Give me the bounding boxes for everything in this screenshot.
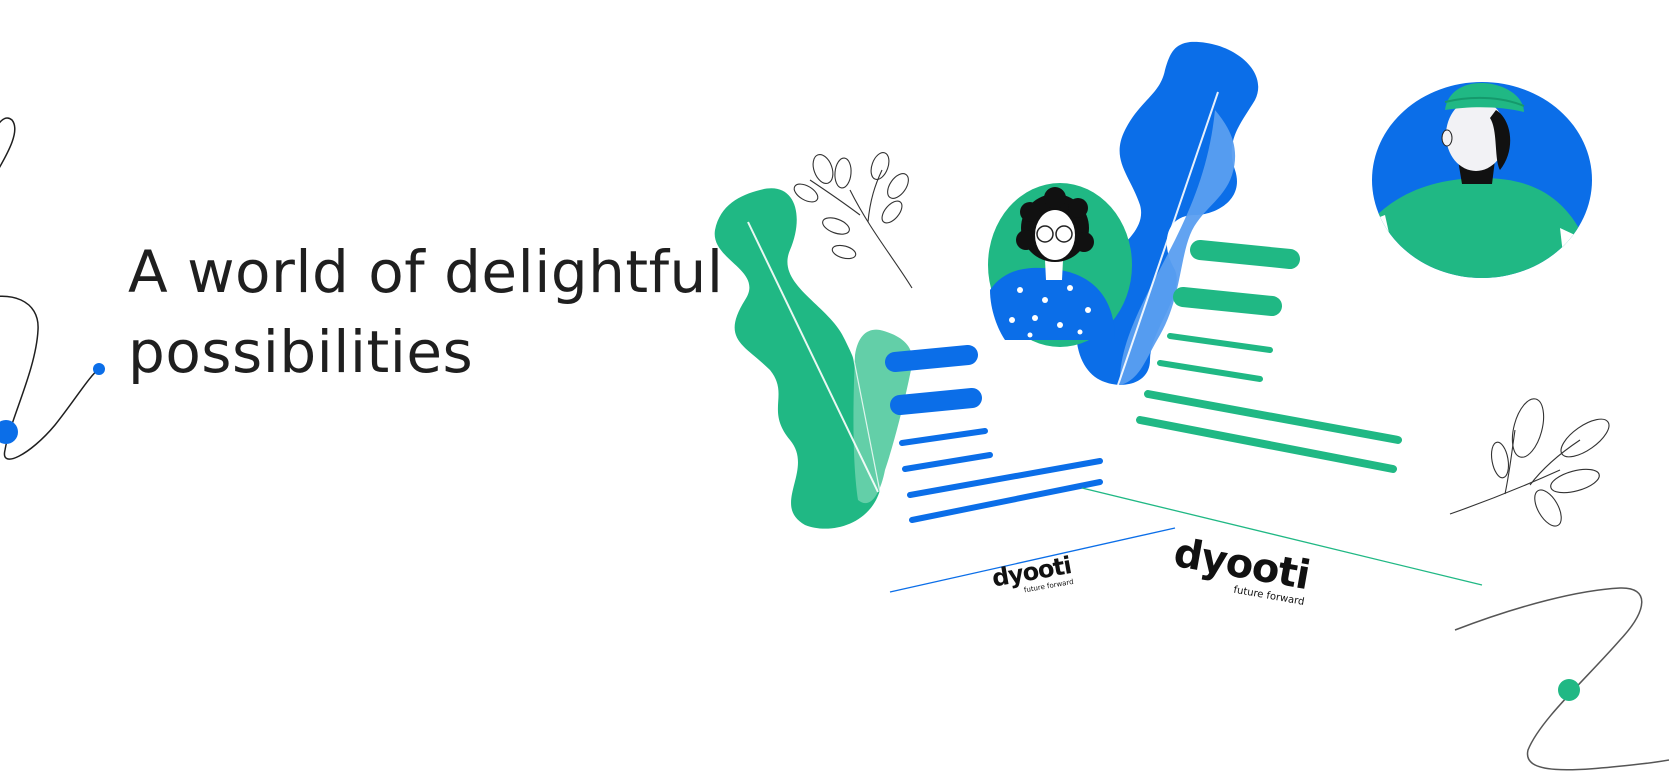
green-bar-group: [1136, 240, 1402, 473]
headline: A world of delightful possibilities: [128, 232, 723, 392]
headline-line-1: A world of delightful: [128, 238, 724, 306]
sketch-leaf-branch-top: [793, 152, 913, 289]
headline-line-2: possibilities: [128, 318, 474, 386]
hero-banner: A world of delightful possibilities dyoo…: [0, 0, 1669, 778]
sketch-leaf-branch-right: [1449, 398, 1610, 527]
blue-dot-small: [93, 363, 105, 375]
person-curly-hair-avatar: [988, 183, 1132, 347]
left-swirl-line: [0, 117, 105, 460]
blue-dot-large: [0, 420, 18, 444]
right-swirl-line: [1454, 587, 1669, 771]
green-dot: [1558, 679, 1580, 701]
person-green-cap-avatar: [1372, 82, 1592, 278]
blue-bar-group: [885, 345, 1103, 523]
green-leaf-shape: [714, 188, 913, 529]
